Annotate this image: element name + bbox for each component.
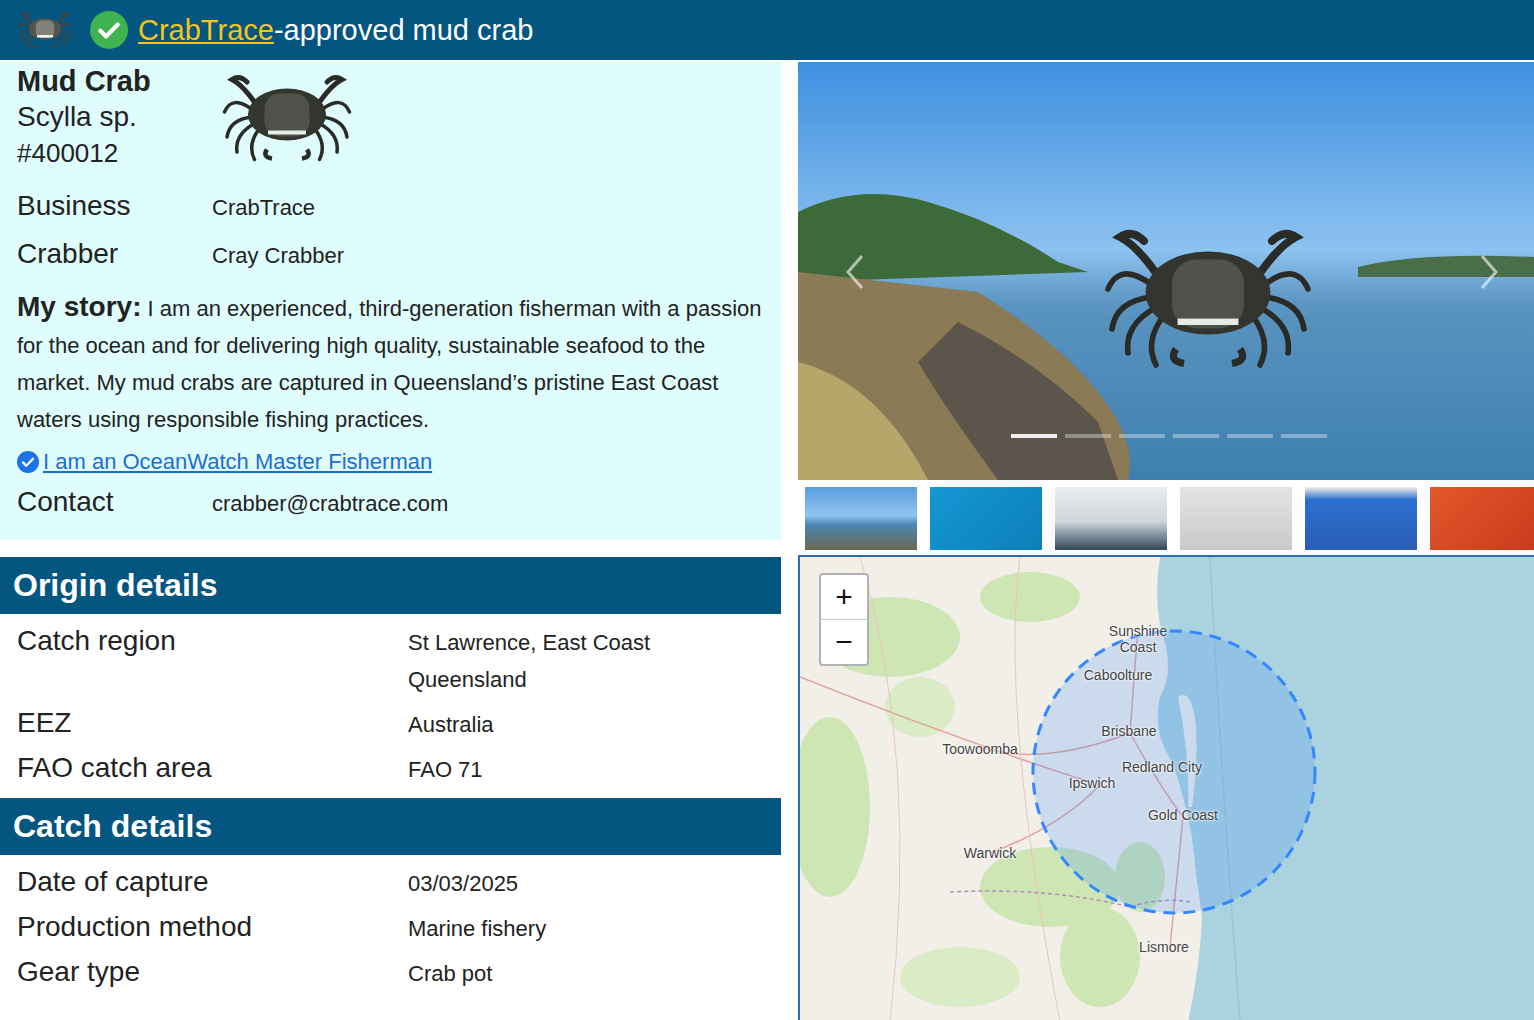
certification-link[interactable]: I am an OceanWatch Master Fisherman [43,449,432,475]
thumbnail[interactable] [1055,487,1167,550]
map-place: Caboolture [1084,667,1153,683]
origin-section: Origin details Catch regionSt Lawrence, E… [0,557,781,798]
section-header: Origin details [0,557,781,614]
zoom-control: +− [819,573,869,666]
story: My story: I am an experienced, third-gen… [17,288,764,438]
product-name: Mud Crab [17,64,212,98]
detail-row: Production methodMarine fishery [17,908,764,947]
carousel-indicator[interactable] [1173,434,1219,438]
info-row: CrabberCray Crabber [17,234,764,282]
thumbnail[interactable] [1180,487,1292,550]
carousel-indicator[interactable] [1119,434,1165,438]
carousel-indicator[interactable] [1281,434,1327,438]
verified-check-icon [90,11,128,49]
photo-carousel[interactable] [798,62,1534,480]
detail-row: Date of capture03/03/2025 [17,863,764,902]
zoom-in-button[interactable]: + [821,575,867,619]
info-row: BusinessCrabTrace [17,186,764,234]
header-bar: CrabTrace-approved mud crab [0,0,1534,60]
map-place: Toowoomba [942,741,1018,757]
carousel-indicator[interactable] [1227,434,1273,438]
species: Scylla sp. [17,98,212,135]
crabtrace-logo-icon [14,7,76,53]
product-id: #400012 [17,135,212,172]
detail-row: Catch regionSt Lawrence, East Coast Quee… [17,622,764,698]
detail-row: EEZAustralia [17,704,764,743]
map-place: Ipswich [1069,775,1116,791]
previous-arrow-icon[interactable] [840,252,870,292]
crab-thumbnail-icon [212,70,362,164]
map-place: Redland City [1122,759,1202,775]
thumbnail[interactable] [930,487,1042,550]
certification: I am an OceanWatch Master Fisherman [17,444,764,480]
crabber-card: Mud CrabScylla sp.#400012 BusinessCrabTra… [0,62,781,540]
thumbnail[interactable] [805,487,917,550]
thumbnail-strip [798,487,1534,550]
carousel-indicator[interactable] [1011,434,1057,438]
detail-row: FAO catch areaFAO 71 [17,749,764,788]
map-place: Warwick [964,845,1016,861]
brand-link[interactable]: CrabTrace [138,14,274,46]
carousel-indicator[interactable] [1065,434,1111,438]
catch-map[interactable]: Sunshine Coast Caboolture Toowoomba Brisban… [798,555,1534,1020]
contact-email[interactable]: crabber@crabtrace.com [212,485,764,522]
right-column: Sunshine Coast Caboolture Toowoomba Brisban… [798,62,1534,1020]
product-header: Mud CrabScylla sp.#400012 [17,64,764,172]
page-title: CrabTrace-approved mud crab [138,14,533,47]
map-place: Lismore [1139,939,1189,955]
map-place: Brisbane [1101,723,1156,739]
section-header: Catch details [0,798,781,855]
detail-row: Gear typeCrab pot [17,953,764,992]
catch-section: Catch details Date of capture03/03/2025 Pr… [0,798,781,1002]
thumbnail[interactable] [1305,487,1417,550]
left-column: Mud CrabScylla sp.#400012 BusinessCrabTra… [0,62,781,1020]
map-place: Sunshine Coast [1107,623,1169,655]
crab-photo-icon [1088,202,1328,392]
thumbnail[interactable] [1430,487,1534,550]
main-content: Mud CrabScylla sp.#400012 BusinessCrabTra… [0,62,1534,1020]
contact-row: Contactcrabber@crabtrace.com [17,482,764,530]
zoom-out-button[interactable]: − [821,619,867,664]
next-arrow-icon[interactable] [1474,252,1504,292]
verified-badge-icon [17,451,39,473]
map-place: Gold Coast [1148,807,1218,823]
carousel-indicators [1011,434,1327,438]
